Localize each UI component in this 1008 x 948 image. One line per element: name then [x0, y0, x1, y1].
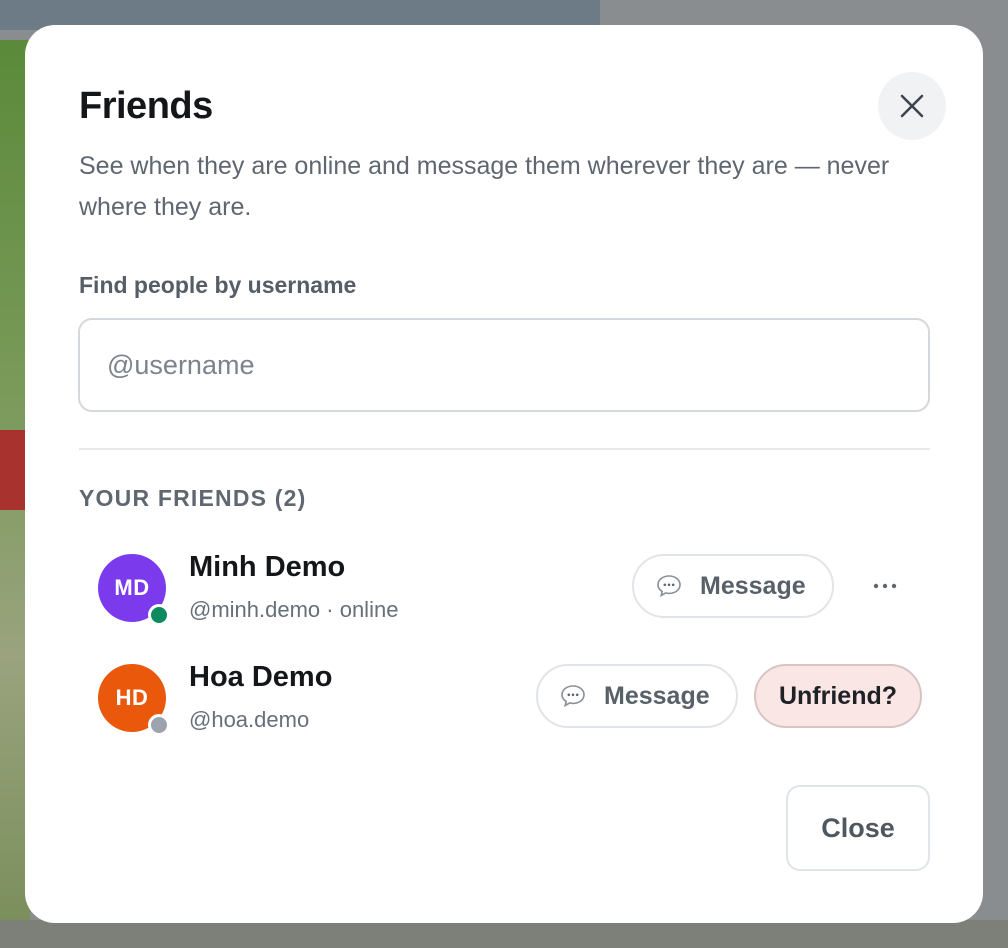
friend-row: HD Hoa Demo @hoa.demo Message Unfriend? [79, 661, 931, 744]
chat-bubble-icon [560, 684, 586, 708]
dialog-subtitle: See when they are online and message the… [79, 152, 890, 221]
friend-username-status: @minh.demo · online [189, 597, 399, 622]
unfriend-confirm-button[interactable]: Unfriend? [754, 664, 922, 728]
chat-bubble-icon [656, 574, 682, 598]
close-icon [900, 94, 924, 118]
status-offline-indicator [148, 714, 170, 736]
message-button-label: Message [700, 571, 806, 600]
avatar: HD [98, 664, 170, 736]
status-online-indicator [148, 604, 170, 626]
message-button[interactable]: Message [632, 554, 834, 618]
avatar: MD [98, 554, 170, 626]
dialog-title: Friends [79, 85, 213, 127]
more-options-button[interactable] [863, 564, 907, 608]
close-button[interactable]: Close [786, 785, 930, 871]
avatar-initials: MD [114, 575, 150, 600]
more-horizontal-icon [873, 583, 897, 589]
avatar-initials: HD [115, 685, 149, 710]
friend-username: @hoa.demo [189, 707, 310, 732]
friend-name: Minh Demo [189, 551, 346, 583]
username-search-input[interactable] [78, 318, 930, 412]
section-divider [79, 448, 930, 450]
message-button[interactable]: Message [536, 664, 738, 728]
friends-section-label: YOUR FRIENDS (2) [79, 485, 307, 511]
friend-row: MD Minh Demo @minh.demo · online Message [79, 551, 931, 634]
dialog-close-button[interactable] [878, 72, 946, 140]
friends-dialog: Friends See when they are online and mes… [25, 25, 983, 923]
message-button-label: Message [604, 681, 710, 710]
background-map-bottom [0, 920, 1008, 948]
friend-name: Hoa Demo [189, 661, 333, 693]
search-label: Find people by username [79, 272, 357, 298]
